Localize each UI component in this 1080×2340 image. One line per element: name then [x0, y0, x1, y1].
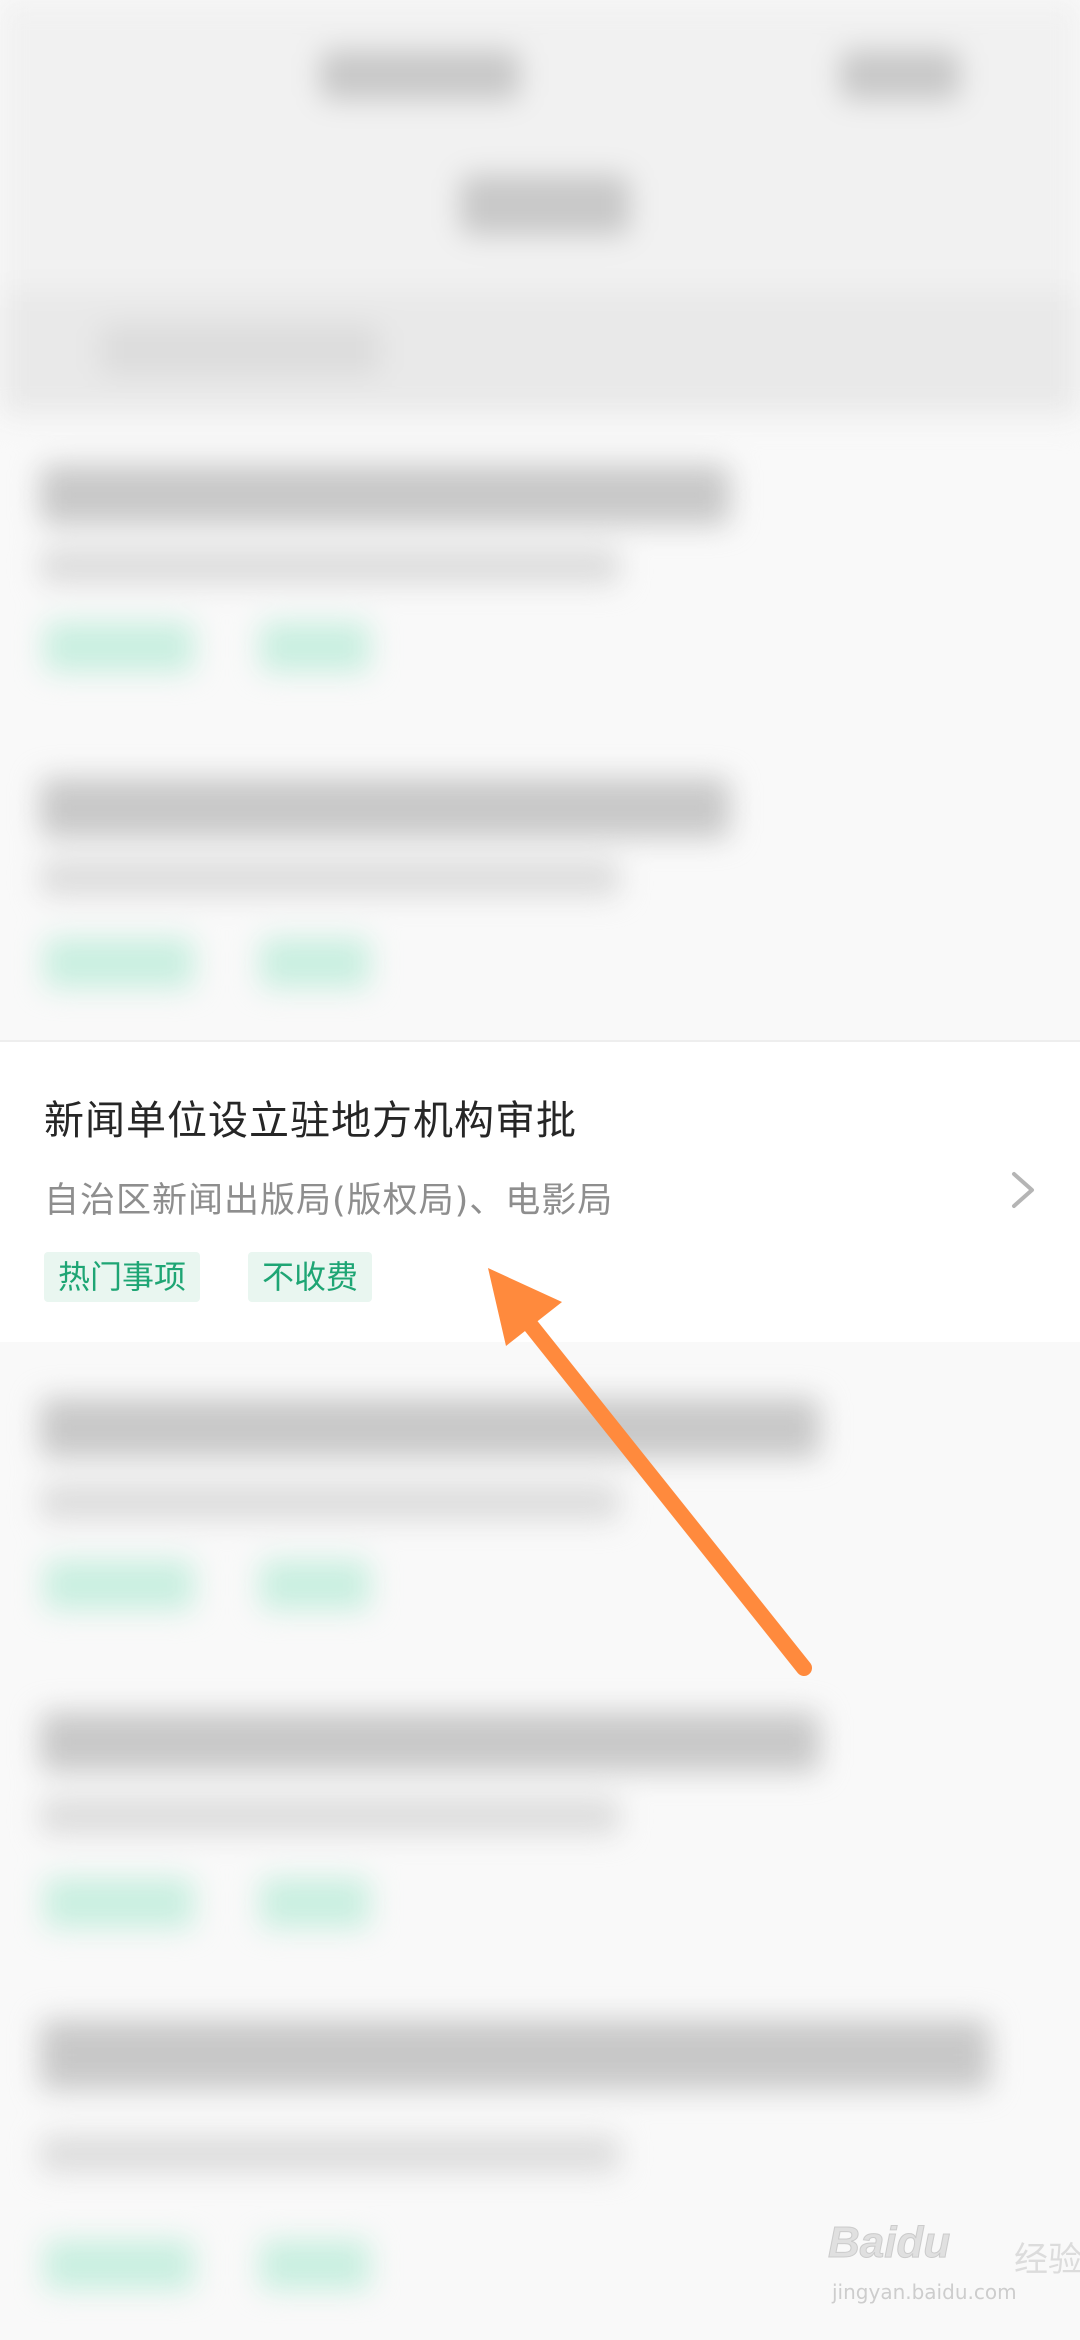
blurred-item-tag [44, 1560, 194, 1610]
watermark-url: jingyan.baidu.com [832, 2280, 1017, 2304]
blurred-item-tag [260, 2240, 370, 2290]
chevron-right-icon [1012, 1172, 1034, 1208]
blurred-item-title [40, 465, 730, 525]
blurred-item-dept [40, 860, 620, 896]
watermark-suffix: 经验 [1014, 2240, 1080, 2280]
blurred-item-dept [40, 1484, 620, 1520]
blurred-item-title [40, 1398, 820, 1458]
blurred-item-tag [260, 938, 370, 988]
tag-free-of-charge: 不收费 [248, 1252, 373, 1302]
blurred-search-placeholder [100, 325, 380, 375]
blurred-item-tag [260, 1560, 370, 1610]
tag-hot-item: 热门事项 [44, 1252, 201, 1302]
blurred-item-tag [44, 1878, 194, 1928]
service-item-highlighted[interactable]: 新闻单位设立驻地方机构审批 自治区新闻出版局(版权局)、电影局 热门事项 不收费 [0, 1040, 1080, 1342]
baidu-jingyan-watermark: Baidu 经验 jingyan.baidu.com [827, 2218, 1080, 2318]
blurred-item-tag [44, 938, 194, 988]
blurred-item-title [40, 778, 730, 838]
blurred-item-dept [40, 1798, 620, 1834]
blurred-item-title [40, 1712, 820, 1772]
service-item-department: 自治区新闻出版局(版权局)、电影局 [44, 1181, 614, 1221]
blurred-status-text [320, 50, 520, 100]
blurred-item-title [40, 2020, 990, 2090]
blurred-page-title [460, 175, 630, 235]
blurred-item-tag [260, 1878, 370, 1928]
blurred-item-tag [44, 622, 194, 672]
blurred-item-dept [40, 2136, 620, 2172]
blurred-item-tag [44, 2240, 194, 2290]
blurred-item-dept [40, 548, 620, 584]
watermark-logo: Baidu [827, 2218, 951, 2268]
blurred-item-tag [260, 622, 370, 672]
service-item-title: 新闻单位设立驻地方机构审批 [44, 1098, 577, 1144]
blurred-status-icons [840, 50, 960, 100]
